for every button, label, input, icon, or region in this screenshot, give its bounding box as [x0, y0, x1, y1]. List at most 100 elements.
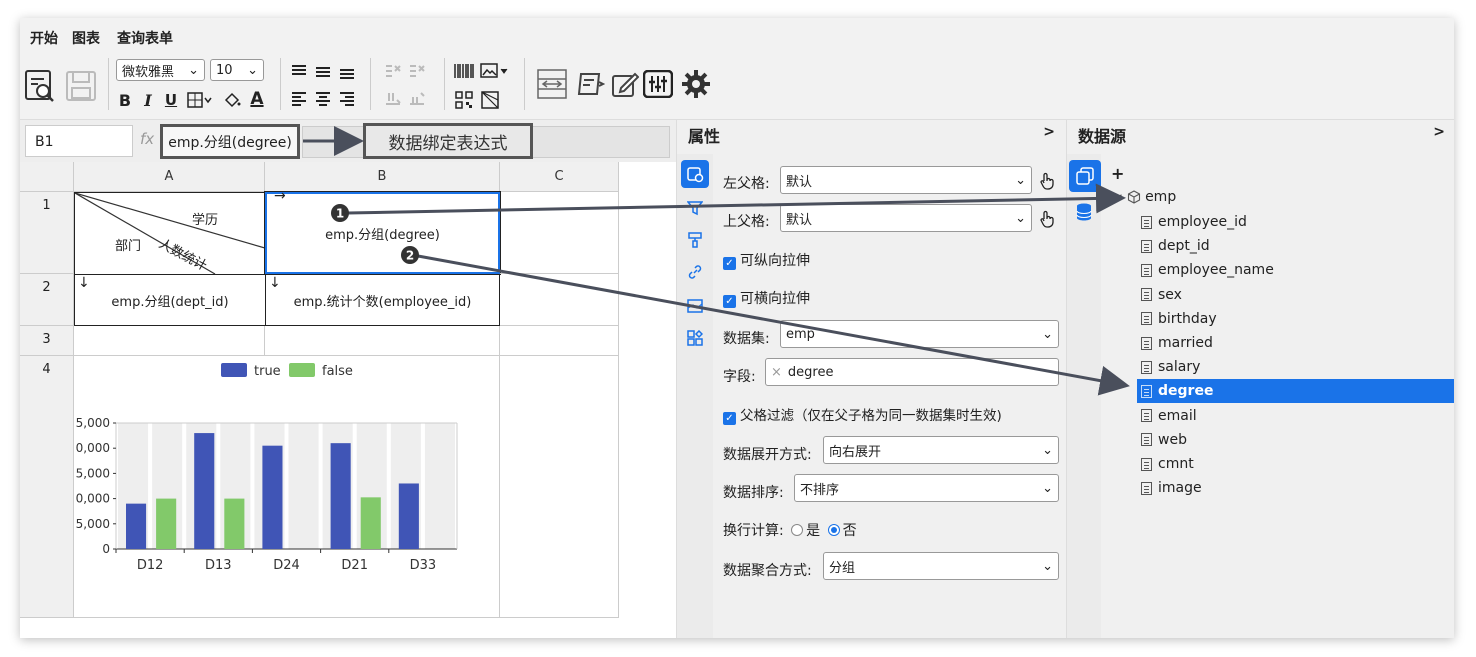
- y-tick-label: 5,000: [76, 466, 110, 480]
- row-header-3[interactable]: 3: [20, 326, 74, 356]
- underline-button[interactable]: U: [162, 90, 180, 110]
- align-middle-icon[interactable]: [314, 64, 332, 80]
- cell-b2[interactable]: ↓ emp.统计个数(employee_id): [265, 274, 500, 326]
- field-item-cmnt[interactable]: cmnt: [1137, 452, 1454, 476]
- wrap-yes-radio[interactable]: [791, 524, 804, 536]
- align-bottom-icon[interactable]: [338, 66, 356, 82]
- chevron-down-icon: ⌄: [1042, 326, 1053, 342]
- sort-select[interactable]: 不排序 ⌄: [794, 474, 1059, 502]
- tab-query-form[interactable]: 查询表单: [117, 28, 173, 48]
- align-top-icon[interactable]: [290, 62, 308, 78]
- components-icon[interactable]: [681, 324, 709, 352]
- row-header-2[interactable]: 2: [20, 274, 74, 326]
- bold-button[interactable]: B: [116, 90, 134, 110]
- field-item-married[interactable]: married: [1137, 331, 1454, 355]
- report-config-icon[interactable]: [576, 68, 606, 100]
- border-icon[interactable]: [186, 90, 214, 110]
- fill-color-icon[interactable]: [222, 90, 242, 110]
- font-family-select[interactable]: 微软雅黑 ⌄: [116, 59, 205, 81]
- slash-lines: [75, 193, 265, 274]
- qrcode-icon[interactable]: [454, 90, 474, 110]
- vertical-stretch-checkbox[interactable]: ✓ 可纵向拉伸: [723, 250, 810, 270]
- corner-header[interactable]: [20, 162, 74, 192]
- cell-b1-text: emp.分组(degree): [325, 227, 440, 243]
- field-item-image[interactable]: image: [1137, 476, 1454, 500]
- database-icon[interactable]: [1070, 198, 1098, 226]
- align-center-icon[interactable]: [314, 90, 332, 108]
- settings-panel-icon[interactable]: [642, 68, 674, 100]
- font-color-button[interactable]: A: [247, 88, 267, 110]
- cell-a3[interactable]: [74, 326, 265, 356]
- insert-row-icon[interactable]: [384, 90, 402, 108]
- field-item-degree[interactable]: degree: [1137, 379, 1454, 404]
- cell-a4-chart[interactable]: 0 5,000 0,000 5,000 0,000 5,000 D12 D13 D24 D21 D3…: [74, 356, 500, 618]
- format-brush-icon[interactable]: [681, 226, 709, 254]
- cell-c4[interactable]: [500, 356, 619, 618]
- gear-icon[interactable]: [680, 68, 712, 100]
- image-icon[interactable]: [480, 62, 510, 80]
- cell-b1[interactable]: → emp.分组(degree): [264, 188, 501, 275]
- expand-mode-select[interactable]: 向右展开 ⌄: [823, 436, 1059, 464]
- font-size-select[interactable]: 10 ⌄: [210, 59, 264, 81]
- field-item-birthday[interactable]: birthday: [1137, 307, 1454, 331]
- barcode-icon[interactable]: [454, 62, 474, 80]
- bar-true-d21: [330, 443, 351, 549]
- field-item-employee-id[interactable]: employee_id: [1137, 210, 1454, 234]
- edit-icon[interactable]: [610, 68, 640, 100]
- top-parent-select[interactable]: 默认 ⌄: [780, 204, 1032, 232]
- field-item-sex[interactable]: sex: [1137, 283, 1454, 307]
- cell-a1[interactable]: 学历 人数统计 部门: [74, 192, 266, 275]
- bar-chart[interactable]: 0 5,000 0,000 5,000 0,000 5,000 D12 D13 D24 D21 D3…: [74, 356, 500, 618]
- cell-properties-icon[interactable]: [681, 160, 709, 188]
- dataset-copy-icon[interactable]: [1069, 160, 1101, 192]
- datasource-header: 数据源 >: [1067, 120, 1454, 154]
- bar-true-d13: [194, 433, 215, 549]
- preview-icon[interactable]: [23, 68, 57, 104]
- cell-c2[interactable]: [500, 274, 619, 326]
- field-item-salary[interactable]: salary: [1137, 355, 1454, 379]
- align-left-icon[interactable]: [290, 90, 308, 108]
- unmerge-cells-icon[interactable]: [408, 62, 426, 80]
- wrap-no-radio[interactable]: [827, 524, 840, 536]
- field-item-dept-id[interactable]: dept_id: [1137, 234, 1454, 258]
- merge-cells-icon[interactable]: [384, 62, 402, 80]
- link-icon[interactable]: [681, 258, 709, 286]
- border-style-icon[interactable]: [681, 292, 709, 320]
- italic-button[interactable]: I: [139, 90, 157, 110]
- column-header-a[interactable]: A: [74, 162, 265, 192]
- formula-input[interactable]: emp.分组(degree): [160, 124, 300, 159]
- field-item-web[interactable]: web: [1137, 428, 1454, 452]
- cell-c3[interactable]: [500, 326, 619, 356]
- cell-b3[interactable]: [265, 326, 500, 356]
- table-layout-icon[interactable]: [536, 68, 568, 100]
- column-header-b[interactable]: B: [265, 162, 500, 192]
- parent-filter-checkbox[interactable]: ✓ 父格过滤（仅在父子格为同一数据集时生效): [723, 404, 1002, 425]
- dataset-select[interactable]: emp ⌄: [780, 320, 1059, 348]
- pick-cell-icon[interactable]: [1039, 210, 1055, 232]
- cell-reference-input[interactable]: B1: [25, 125, 133, 157]
- tab-chart[interactable]: 图表: [72, 28, 100, 48]
- field-item-email[interactable]: email: [1137, 404, 1454, 428]
- left-parent-select[interactable]: 默认 ⌄: [780, 166, 1032, 194]
- filter-icon[interactable]: [681, 194, 709, 222]
- tree-root-emp[interactable]: ∨ emp: [1115, 186, 1176, 208]
- horizontal-stretch-checkbox[interactable]: ✓ 可横向拉伸: [723, 288, 810, 308]
- clear-icon[interactable]: ×: [771, 365, 782, 380]
- insert-column-icon[interactable]: [408, 90, 426, 108]
- column-header-c[interactable]: C: [500, 162, 619, 192]
- aggregation-select[interactable]: 分组 ⌄: [823, 552, 1059, 580]
- row-header-1[interactable]: 1: [20, 192, 74, 274]
- row-header-4[interactable]: 4: [20, 356, 74, 618]
- cell-a2[interactable]: ↓ emp.分组(dept_id): [74, 274, 266, 326]
- cell-c1[interactable]: [500, 192, 619, 274]
- field-select[interactable]: × degree: [765, 358, 1059, 386]
- save-icon[interactable]: [64, 68, 98, 104]
- add-dataset-button[interactable]: +: [1111, 164, 1124, 183]
- field-item-employee-name[interactable]: employee_name: [1137, 258, 1454, 282]
- datasource-collapse-button[interactable]: >: [1433, 124, 1445, 140]
- pick-cell-icon[interactable]: [1039, 172, 1055, 194]
- align-right-icon[interactable]: [338, 90, 356, 108]
- formula-bar: B1 fx emp.分组(degree) 数据绑定表达式: [20, 120, 676, 162]
- properties-collapse-button[interactable]: >: [1043, 124, 1055, 140]
- slash-cell-icon[interactable]: [480, 90, 500, 110]
